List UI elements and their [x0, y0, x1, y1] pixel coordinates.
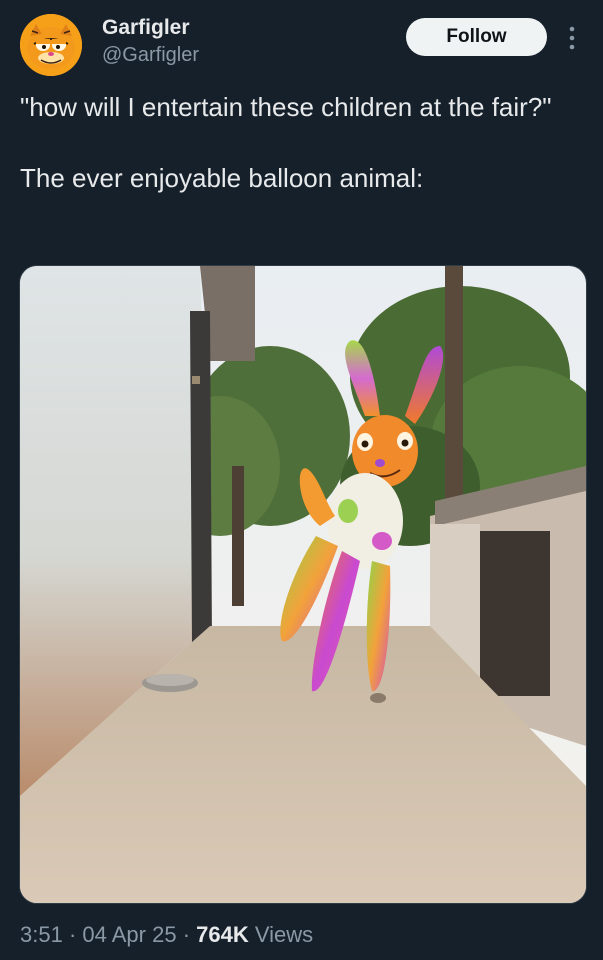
author-display-name[interactable]: Garfigler — [102, 16, 190, 40]
tweet-meta: 3:51 · 04 Apr 25 · 764K Views — [20, 922, 313, 948]
tweet-photo[interactable] — [19, 265, 587, 904]
tweet-text: "how will I entertain these children at … — [20, 90, 580, 196]
tweet-text-line-2: The ever enjoyable balloon animal: — [20, 163, 424, 193]
author-avatar[interactable] — [20, 14, 82, 76]
tweet-text-line-1: "how will I entertain these children at … — [20, 92, 552, 122]
tweet-time[interactable]: 3:51 — [20, 922, 63, 947]
follow-button[interactable]: Follow — [406, 18, 547, 56]
photo-balloon-animal — [20, 266, 586, 903]
views-label: Views — [248, 922, 314, 947]
tweet-card: Garfigler @Garfigler Follow "how will I … — [0, 0, 603, 960]
garfield-avatar-icon — [20, 14, 82, 76]
author-handle[interactable]: @Garfigler — [102, 44, 199, 67]
views-count[interactable]: 764K — [196, 922, 249, 947]
tweet-date[interactable]: 04 Apr 25 — [82, 922, 176, 947]
more-vertical-icon[interactable] — [562, 24, 582, 52]
meta-separator: · — [176, 922, 197, 947]
meta-separator: · — [62, 922, 83, 947]
